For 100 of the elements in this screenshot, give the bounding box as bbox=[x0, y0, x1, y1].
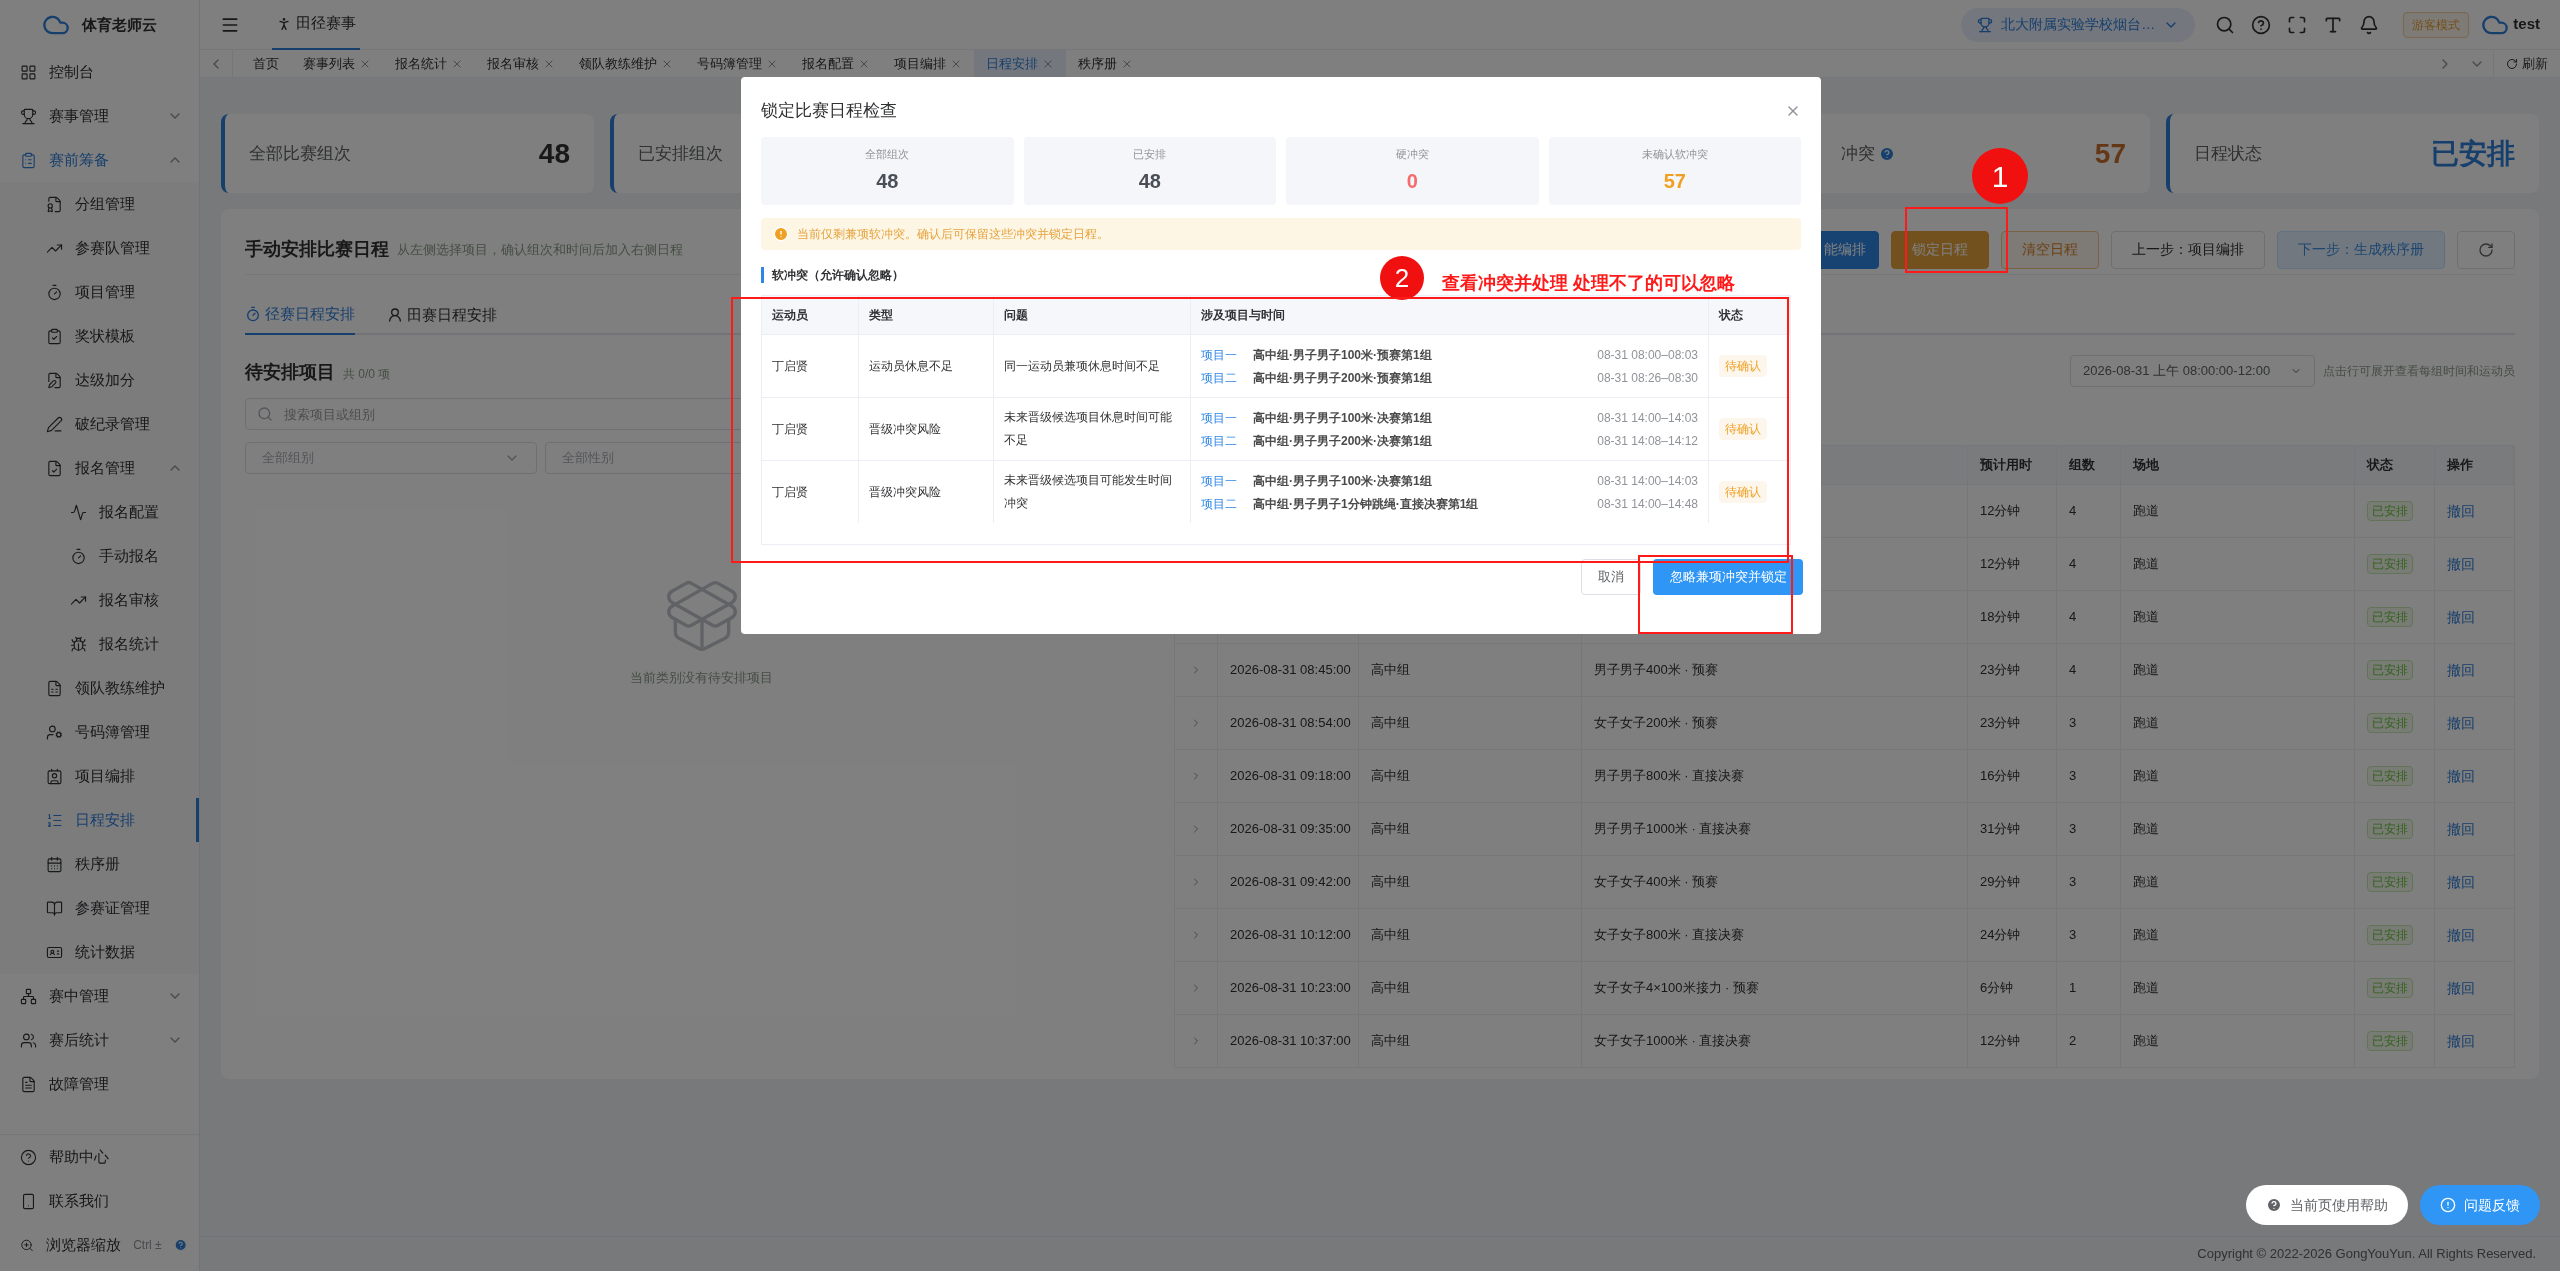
pen-icon bbox=[46, 415, 63, 433]
revoke-link[interactable]: 撤回 bbox=[2447, 977, 2475, 999]
table-cell-text: 未来晋级候选项目可能发生时间冲突 bbox=[1004, 472, 1173, 512]
refresh-button[interactable] bbox=[2457, 230, 2515, 269]
sidebar-item[interactable]: 赛事管理 bbox=[0, 94, 199, 138]
page-tab[interactable]: 号码簿管理 bbox=[685, 50, 790, 77]
tile-value: 48 bbox=[1138, 169, 1161, 195]
calendar-icon bbox=[46, 855, 63, 873]
sidebar-item[interactable]: 故障管理 bbox=[0, 1062, 199, 1106]
event-time: 08-31 14:00–14:03 bbox=[1597, 409, 1698, 427]
school-select[interactable]: 北大附属实验学校烟台… bbox=[1961, 7, 2196, 42]
dashboard-icon bbox=[20, 63, 37, 81]
search-icon[interactable] bbox=[2215, 14, 2236, 35]
table-cell-text: 2026-08-31 09:35:00 bbox=[1230, 820, 1351, 839]
page-tab[interactable]: 报名配置 bbox=[790, 50, 882, 77]
revoke-link[interactable]: 撤回 bbox=[2447, 553, 2475, 575]
table-cell-text: 3 bbox=[2069, 767, 2077, 786]
person-icon bbox=[276, 15, 292, 32]
fullscreen-icon[interactable] bbox=[2287, 14, 2308, 35]
revoke-link[interactable]: 撤回 bbox=[2447, 500, 2475, 522]
event-name: 高中组·男子男子200米·预赛第1组 bbox=[1253, 369, 1433, 387]
event-time: 08-31 14:00–14:03 bbox=[1597, 472, 1698, 490]
toolbar-button[interactable]: 下一步：生成秩序册 bbox=[2277, 230, 2445, 269]
person-icon bbox=[387, 307, 403, 323]
revoke-link[interactable]: 撤回 bbox=[2447, 606, 2475, 628]
revoke-link[interactable]: 撤回 bbox=[2447, 765, 2475, 787]
event-time: 08-31 14:00–14:48 bbox=[1597, 495, 1698, 513]
sidebar-item[interactable]: 赛后统计 bbox=[0, 1018, 199, 1062]
table-cell-text: 高中组 bbox=[1371, 926, 1410, 945]
guest-mode-badge: 游客模式 bbox=[2403, 11, 2470, 38]
sidebar-item[interactable]: 控制台 bbox=[0, 50, 199, 94]
revoke-link[interactable]: 撤回 bbox=[2447, 818, 2475, 840]
item-tag[interactable]: 项目一 bbox=[1201, 345, 1253, 364]
dialog-button[interactable]: 忽略兼项冲突并锁定 bbox=[1653, 559, 1803, 595]
table-cell-text: 高中组 bbox=[1371, 979, 1410, 998]
schedule-tab[interactable]: 径赛日程安排 bbox=[245, 295, 355, 335]
warning-icon bbox=[773, 226, 789, 242]
revoke-link[interactable]: 撤回 bbox=[2447, 712, 2475, 734]
contact-icon bbox=[46, 767, 63, 785]
bell-icon[interactable] bbox=[2359, 14, 2380, 35]
sidebar-footer-item[interactable]: 联系我们 bbox=[0, 1179, 199, 1223]
item-tag[interactable]: 项目二 bbox=[1201, 494, 1253, 513]
table-cell-text: 3 bbox=[2069, 714, 2077, 733]
document-icon bbox=[20, 1075, 37, 1093]
toolbar-button[interactable]: 上一步：项目编排 bbox=[2111, 230, 2265, 269]
refresh-icon bbox=[2478, 241, 2494, 258]
page-tab[interactable]: 领队教练维护 bbox=[567, 50, 685, 77]
event-name: 高中组·男子男子100米·决赛第1组 bbox=[1253, 409, 1433, 427]
page-tab[interactable]: 报名统计 bbox=[383, 50, 475, 77]
sidebar-footer-item[interactable]: 帮助中心 bbox=[0, 1135, 199, 1179]
sidebar-item[interactable]: 赛中管理 bbox=[0, 974, 199, 1018]
user-name[interactable]: test bbox=[2513, 13, 2540, 36]
table-cell-text: 男子男子400米 · 预赛 bbox=[1594, 661, 1719, 680]
table-cell-text: 高中组 bbox=[1371, 1032, 1410, 1051]
item-tag[interactable]: 项目二 bbox=[1201, 431, 1253, 450]
page-tab[interactable]: 首页 bbox=[241, 50, 291, 77]
file-edit-icon bbox=[46, 371, 63, 389]
event-name: 高中组·男子男子1分钟跳绳·直接决赛第1组 bbox=[1253, 495, 1480, 513]
table-cell-text: 跑道 bbox=[2133, 873, 2159, 892]
annotation-note: 查看冲突并处理 处理不了的可以忽略 bbox=[1442, 272, 1735, 295]
table-cell-text: 2026-08-31 08:45:00 bbox=[1230, 661, 1351, 680]
table-cell-text: 同一运动员兼项休息时间不足 bbox=[1004, 357, 1160, 375]
page-tab[interactable]: 项目编排 bbox=[882, 50, 974, 77]
floating-help-button[interactable]: 当前页使用帮助 bbox=[2246, 1185, 2408, 1225]
clipboard-check-icon bbox=[46, 327, 63, 345]
event-time: 08-31 14:08–14:12 bbox=[1597, 432, 1698, 450]
page-tab[interactable]: 赛事列表 bbox=[291, 50, 383, 77]
section-title: 软冲突（允许确认忽略） bbox=[772, 267, 904, 284]
revoke-link[interactable]: 撤回 bbox=[2447, 924, 2475, 946]
table-cell-text: 2026-08-31 09:42:00 bbox=[1230, 873, 1351, 892]
revoke-link[interactable]: 撤回 bbox=[2447, 659, 2475, 681]
trophy-icon bbox=[20, 107, 37, 125]
help-icon[interactable] bbox=[2251, 14, 2272, 35]
dialog-button[interactable]: 取消 bbox=[1581, 559, 1641, 595]
floating-help-button[interactable]: 问题反馈 bbox=[2420, 1185, 2540, 1225]
session-select[interactable]: 2026-08-31 上午 08:00:00-12:00 bbox=[2070, 355, 2315, 387]
table-cell-text: 跑道 bbox=[2133, 714, 2159, 733]
status-tag: 已安排 bbox=[2367, 1031, 2413, 1051]
table-cell-text: 高中组 bbox=[1371, 661, 1410, 680]
item-tag[interactable]: 项目二 bbox=[1201, 368, 1253, 387]
item-tag[interactable]: 项目一 bbox=[1201, 471, 1253, 490]
page-tab[interactable]: 报名审核 bbox=[475, 50, 567, 77]
status-tag: 已安排 bbox=[2367, 554, 2413, 574]
page-tab[interactable]: 秩序册 bbox=[1066, 50, 1145, 77]
refresh-button[interactable]: 刷新 bbox=[2493, 50, 2560, 77]
users-icon bbox=[20, 1031, 37, 1049]
schedule-tab[interactable]: 田赛日程安排 bbox=[387, 295, 497, 335]
tile-label: 硬冲突 bbox=[1395, 146, 1429, 162]
column-header: 组数 bbox=[2057, 446, 2121, 484]
table-cell-text: 晋级冲突风险 bbox=[869, 484, 941, 501]
sidebar-item[interactable]: 赛前筹备 bbox=[0, 138, 199, 182]
item-tag[interactable]: 项目一 bbox=[1201, 408, 1253, 427]
search-icon bbox=[257, 406, 273, 422]
page-tab[interactable]: 日程安排 bbox=[974, 50, 1066, 77]
revoke-link[interactable]: 撤回 bbox=[2447, 1030, 2475, 1052]
stat-value: 已安排 bbox=[2431, 136, 2515, 171]
status-tag: 已安排 bbox=[2367, 925, 2413, 945]
revoke-link[interactable]: 撤回 bbox=[2447, 871, 2475, 893]
table-cell-text: 4 bbox=[2069, 555, 2077, 574]
table-cell-text: 男子男子1000米 · 直接决赛 bbox=[1594, 820, 1752, 839]
